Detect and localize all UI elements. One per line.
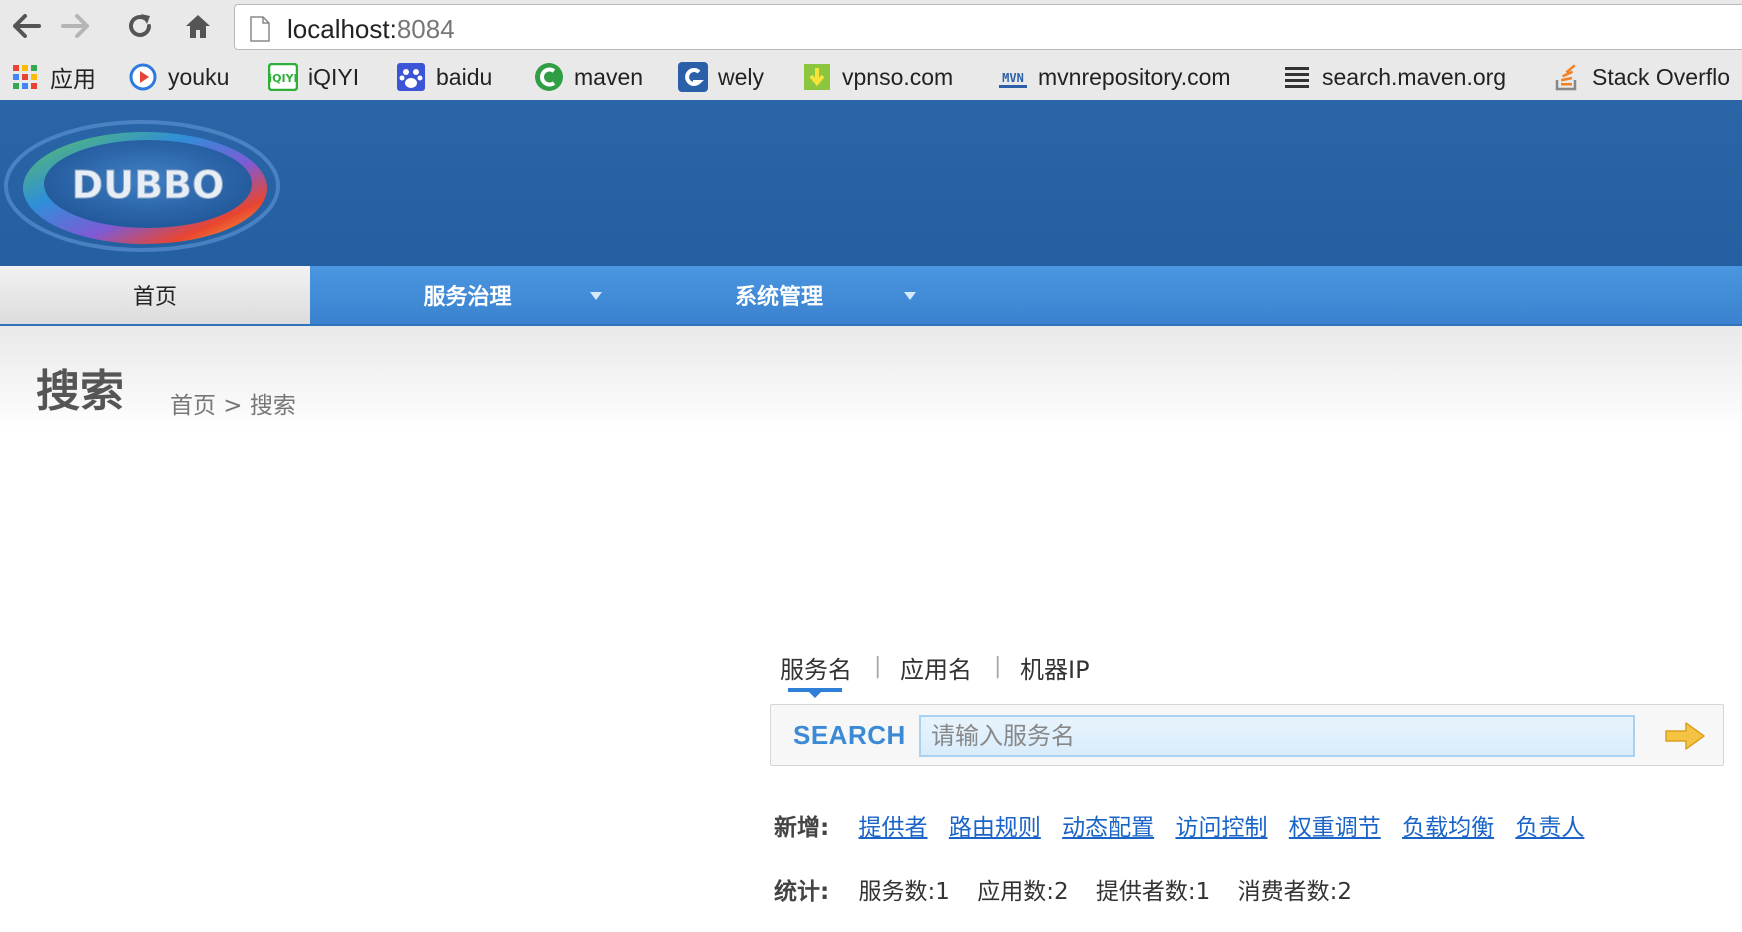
lines-icon [1282,62,1312,92]
svg-text:iQIYI: iQIYI [268,72,297,85]
mvn-icon: MVN [998,62,1028,92]
nav-home[interactable]: 首页 [0,266,310,324]
add-owner-link[interactable]: 负责人 [1515,815,1584,841]
page-title: 搜索 [36,366,124,417]
search-input[interactable] [919,715,1635,757]
url-text: localhost:8084 [287,14,455,44]
bookmark-apps[interactable]: 应用 [10,60,96,94]
bookmark-baidu[interactable]: baidu [396,60,492,94]
bookmark-search-maven[interactable]: search.maven.org [1282,60,1506,94]
dubbo-logo: DUBBO [4,120,280,252]
apps-grid-icon [10,62,40,92]
forward-arrow-icon [61,14,89,38]
add-access-control-link[interactable]: 访问控制 [1175,815,1267,841]
home-icon [186,15,210,38]
bookmark-wely[interactable]: wely [678,60,764,94]
browser-toolbar: localhost:8084 [0,0,1742,52]
bookmark-stackoverflow[interactable]: Stack Overflo [1552,60,1730,94]
iqiyi-icon: iQIYI [268,62,298,92]
add-dynamic-config-link[interactable]: 动态配置 [1062,815,1154,841]
stat-consumer-count: 消费者数:2 [1237,879,1353,905]
tab-service-name[interactable]: 服务名 [780,650,852,685]
stat-service-count: 服务数:1 [858,879,950,905]
reload-icon [129,14,151,37]
bookmark-maven[interactable]: maven [534,60,643,94]
active-tab-pointer [809,692,821,698]
maven-c-icon [534,62,564,92]
add-row: 新增: 提供者 路由规则 动态配置 访问控制 权重调节 负载均衡 负责人 [774,808,1598,841]
stat-provider-count: 提供者数:1 [1095,879,1211,905]
add-route-rule-link[interactable]: 路由规则 [949,815,1041,841]
tab-machine-ip[interactable]: 机器IP [1020,650,1090,685]
nav-system-management[interactable]: 系统管理 [625,266,933,324]
nav-service-governance[interactable]: 服务治理 [310,266,625,324]
bookmark-iqiyi[interactable]: iQIYI iQIYI [268,60,359,94]
breadcrumb[interactable]: 首页 > 搜索 [170,386,296,420]
chevron-down-icon [590,292,602,300]
back-button[interactable] [8,8,44,44]
baidu-paw-icon [396,62,426,92]
back-arrow-icon [13,14,41,38]
add-weight-adjust-link[interactable]: 权重调节 [1289,815,1381,841]
bookmark-youku[interactable]: youku [128,60,229,94]
stats-row: 统计: 服务数:1 应用数:2 提供者数:1 消费者数:2 [774,872,1372,905]
home-button[interactable] [180,8,216,44]
page-icon [250,16,270,42]
svg-text:MVN: MVN [1002,71,1024,85]
arrow-right-icon [1665,722,1705,750]
chevron-down-icon [904,292,916,300]
bookmark-mvnrepository[interactable]: MVN mvnrepository.com [998,60,1231,94]
reload-button[interactable] [122,8,158,44]
search-box: SEARCH [770,704,1724,766]
tab-separator: | [994,654,1002,679]
add-load-balance-link[interactable]: 负载均衡 [1402,815,1494,841]
bookmarks-bar: 应用 youku iQIYI iQIYI baidu maven wely vp… [0,58,1742,98]
bookmark-vpnso[interactable]: vpnso.com [802,60,953,94]
youku-icon [128,62,158,92]
tab-app-name[interactable]: 应用名 [900,650,972,685]
add-provider-link[interactable]: 提供者 [859,815,928,841]
svg-text:DUBBO: DUBBO [72,163,225,207]
main-nav: 首页 服务治理 系统管理 [0,266,1742,326]
forward-button[interactable] [58,8,94,44]
add-label: 新增: [774,815,830,841]
stackoverflow-icon [1552,62,1582,92]
wely-icon [678,62,708,92]
search-submit-button[interactable] [1663,719,1707,753]
browser-chrome: localhost:8084 应用 youku iQIYI iQIYI baid… [0,0,1742,100]
tab-separator: | [874,654,882,679]
search-label: SEARCH [793,720,906,750]
vpnso-icon [802,62,832,92]
stat-app-count: 应用数:2 [977,879,1069,905]
address-bar[interactable]: localhost:8084 [234,4,1742,50]
app-header: DUBBO [0,100,1742,266]
stats-label: 统计: [774,879,830,905]
